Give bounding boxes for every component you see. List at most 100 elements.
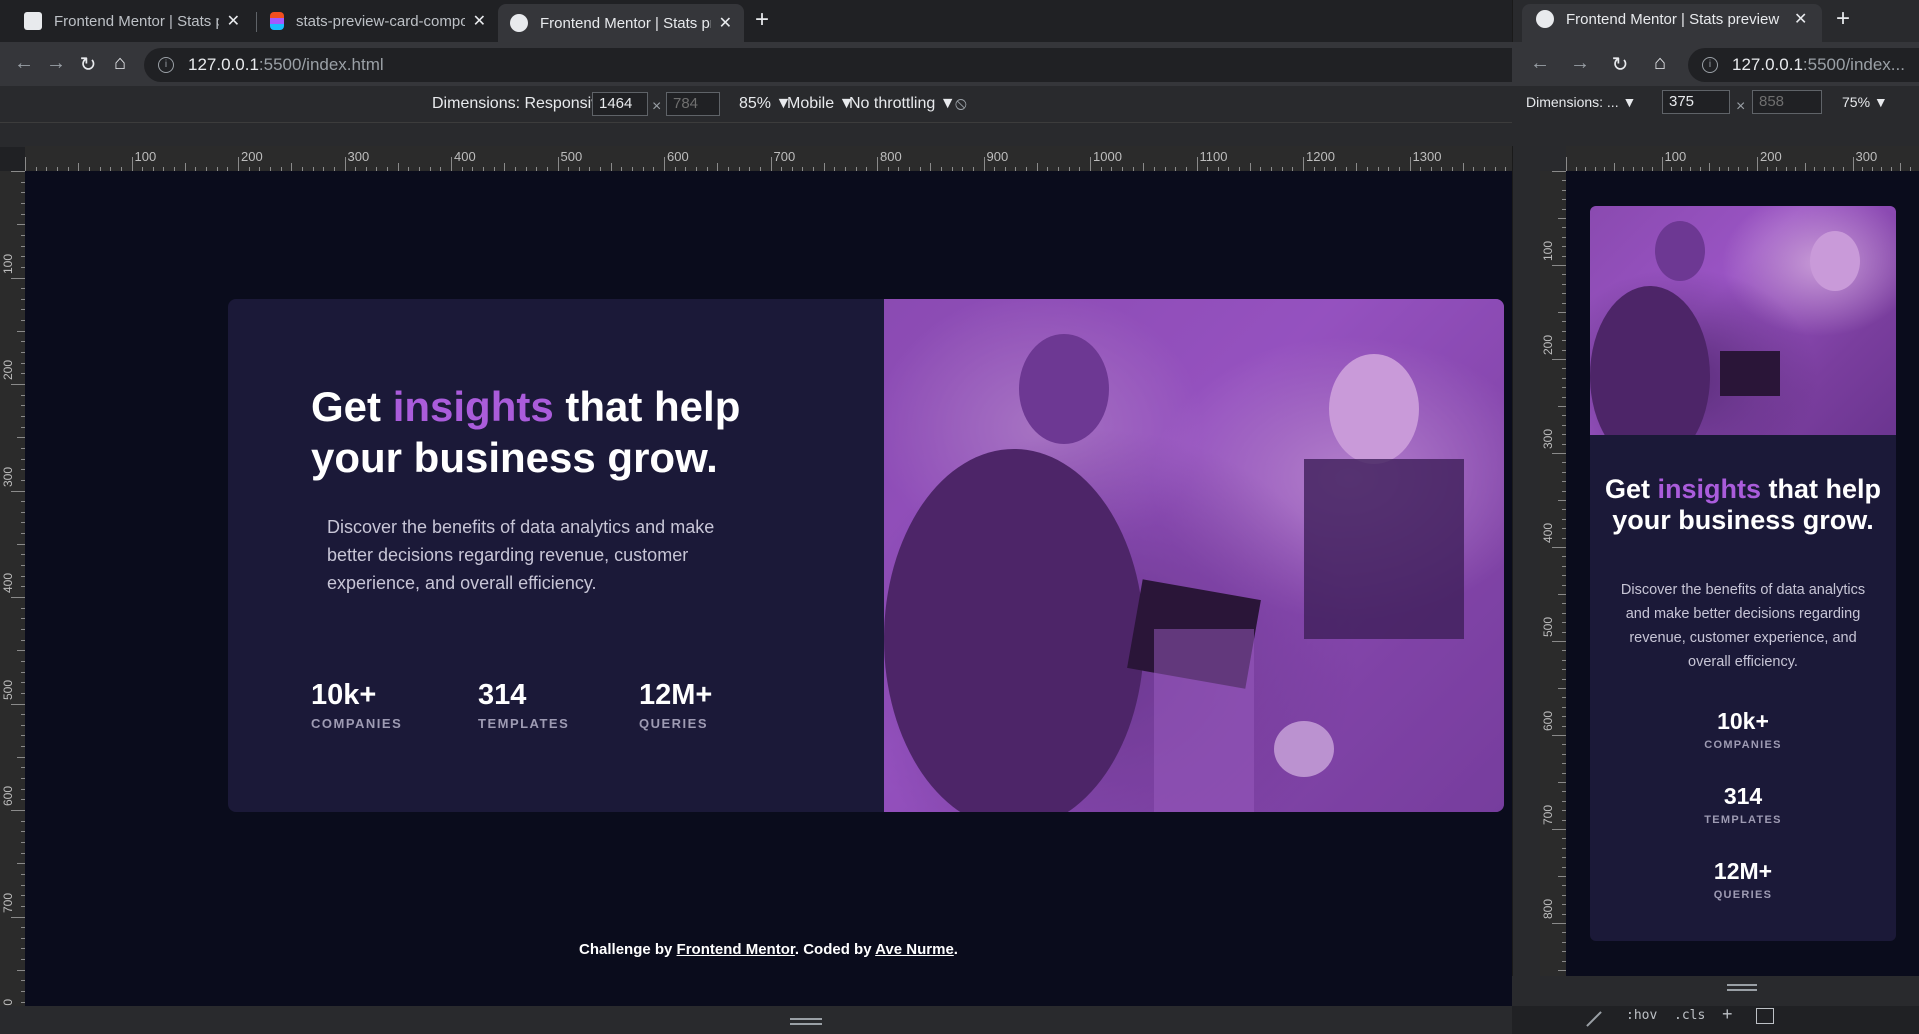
ruler-tick bbox=[17, 863, 25, 865]
home-icon[interactable]: ⌂ bbox=[1648, 52, 1672, 75]
frontend-mentor-favicon-icon bbox=[510, 14, 528, 32]
dimension-separator: × bbox=[1736, 98, 1746, 115]
home-icon[interactable]: ⌂ bbox=[108, 52, 132, 75]
ruler-label: 300 bbox=[1855, 149, 1878, 164]
stat-label: TEMPLATES bbox=[1704, 814, 1782, 826]
ruler-tick bbox=[1709, 163, 1711, 171]
stat-label: COMPANIES bbox=[1704, 739, 1782, 751]
close-tab-icon[interactable]: ✕ bbox=[719, 13, 732, 33]
toggle-sidebar-icon[interactable] bbox=[1756, 1008, 1774, 1024]
info-icon[interactable]: i bbox=[158, 57, 174, 73]
ruler-tick bbox=[1900, 163, 1902, 171]
close-tab-icon[interactable]: ✕ bbox=[227, 11, 240, 31]
ruler-tick bbox=[770, 157, 772, 171]
figma-favicon-icon bbox=[270, 12, 284, 30]
tab-3-active[interactable]: Frontend Mentor | Stats preview ✕ bbox=[498, 4, 744, 42]
close-tab-icon[interactable]: ✕ bbox=[473, 11, 486, 31]
ruler-label: 700 bbox=[1541, 804, 1555, 825]
width-input[interactable]: 1464 bbox=[592, 92, 648, 116]
mobile-stats-card: Get insights that help your business gro… bbox=[1590, 206, 1896, 941]
new-tab-button[interactable]: + bbox=[1836, 5, 1850, 33]
url-host: 127.0.0.1 bbox=[1732, 55, 1803, 74]
ruler-tick bbox=[1558, 594, 1566, 595]
stat-value: 10k+ bbox=[1717, 708, 1769, 734]
dimension-separator: × bbox=[652, 98, 662, 115]
reload-icon[interactable]: ↻ bbox=[76, 52, 100, 77]
ruler-tick bbox=[1558, 970, 1566, 971]
ruler-label: 100 bbox=[1541, 240, 1555, 261]
ruler-tick bbox=[11, 490, 25, 492]
stat-templates: 314 TEMPLATES bbox=[1590, 783, 1896, 826]
url-host: 127.0.0.1 bbox=[188, 55, 259, 74]
author-link[interactable]: Ave Nurme bbox=[875, 941, 954, 958]
stat-value: 314 bbox=[478, 679, 527, 711]
height-input[interactable]: 784 bbox=[666, 92, 720, 116]
device-type-dropdown[interactable]: Mobile ▼ bbox=[787, 95, 854, 113]
mobile-card-heading: Get insights that help your business gro… bbox=[1604, 474, 1882, 535]
ruler-label: 300 bbox=[1541, 428, 1555, 449]
ruler-tick bbox=[1356, 163, 1358, 171]
ruler-label: 200 bbox=[1541, 334, 1555, 355]
tab-1[interactable]: Frontend Mentor | Stats preview ✕ bbox=[12, 6, 252, 36]
ruler-label: 100 bbox=[1, 253, 15, 274]
mobile-address-bar[interactable]: i 127.0.0.1:5500/index... bbox=[1688, 48, 1919, 82]
forward-icon[interactable]: → bbox=[1568, 52, 1592, 75]
rotate-icon[interactable]: ⦸ bbox=[955, 93, 967, 114]
ruler-label: 700 bbox=[773, 149, 796, 164]
ruler-label: 400 bbox=[1541, 522, 1555, 543]
new-style-rule-button[interactable]: + bbox=[1722, 1004, 1733, 1025]
ruler-tick bbox=[1552, 453, 1566, 454]
reload-icon[interactable]: ↻ bbox=[1608, 52, 1632, 77]
cls-toggle[interactable]: .cls bbox=[1674, 1008, 1705, 1023]
ruler-tick bbox=[17, 437, 25, 439]
tab-2[interactable]: stats-preview-card-component – ✕ bbox=[258, 6, 498, 36]
back-icon[interactable]: ← bbox=[1528, 52, 1552, 75]
ruler-tick bbox=[1852, 157, 1854, 171]
ruler-label: 800 bbox=[1541, 898, 1555, 919]
dimensions-dropdown[interactable]: Dimensions: ... ▼ bbox=[1526, 94, 1636, 110]
card-heading: Get insights that help your business gro… bbox=[311, 383, 741, 481]
ruler-tick bbox=[1552, 923, 1566, 924]
width-input[interactable]: 375 bbox=[1662, 90, 1730, 114]
media-query-bar bbox=[0, 122, 1512, 147]
resize-grip-icon[interactable] bbox=[790, 1018, 822, 1020]
frontend-mentor-link[interactable]: Frontend Mentor bbox=[677, 941, 795, 958]
stat-label: QUERIES bbox=[639, 716, 709, 731]
ruler-tick bbox=[11, 597, 25, 598]
height-input[interactable]: 858 bbox=[1752, 90, 1822, 114]
throttling-dropdown[interactable]: No throttling ▼ bbox=[849, 95, 956, 113]
ruler-label: 100 bbox=[1664, 149, 1687, 164]
ruler-tick bbox=[17, 756, 25, 758]
office-photo bbox=[884, 299, 1504, 812]
ruler-label: 400 bbox=[1, 572, 15, 593]
stat-value: 10k+ bbox=[311, 679, 377, 711]
forward-icon[interactable]: → bbox=[44, 52, 68, 75]
zoom-dropdown[interactable]: 85% ▼ bbox=[739, 95, 791, 113]
ruler-tick bbox=[17, 543, 25, 545]
stat-companies: 10k+ COMPANIES bbox=[1590, 708, 1896, 751]
close-tab-icon[interactable]: ✕ bbox=[1794, 9, 1807, 29]
url-path: :5500/index.html bbox=[258, 55, 384, 74]
ruler-label: 1000 bbox=[1093, 149, 1122, 164]
ruler-tick bbox=[17, 650, 25, 652]
devtools-drawer-handle[interactable] bbox=[0, 1006, 1512, 1034]
hov-toggle[interactable]: :hov bbox=[1626, 1008, 1657, 1023]
ruler-tick bbox=[1552, 547, 1566, 548]
ruler-tick bbox=[344, 157, 346, 171]
back-icon[interactable]: ← bbox=[12, 52, 36, 75]
info-icon[interactable]: i bbox=[1702, 57, 1718, 73]
stat-label: TEMPLATES bbox=[478, 716, 570, 731]
new-tab-button[interactable]: + bbox=[755, 6, 769, 34]
ruler-label: 500 bbox=[560, 149, 583, 164]
resize-grip-icon[interactable] bbox=[1727, 984, 1757, 986]
ruler-tick bbox=[1552, 829, 1566, 830]
styles-bar bbox=[1512, 976, 1919, 1006]
address-bar[interactable]: i 127.0.0.1:5500/index.html bbox=[144, 48, 1512, 82]
ruler-label: 700 bbox=[1, 892, 15, 913]
ruler-tick bbox=[1613, 163, 1615, 171]
ruler-label: 1200 bbox=[1306, 149, 1335, 164]
ruler-tick bbox=[1558, 218, 1566, 219]
zoom-dropdown[interactable]: 75% ▼ bbox=[1842, 94, 1888, 110]
card-description: Discover the benefits of data analytics … bbox=[327, 517, 715, 593]
ruler-tick bbox=[1558, 312, 1566, 313]
